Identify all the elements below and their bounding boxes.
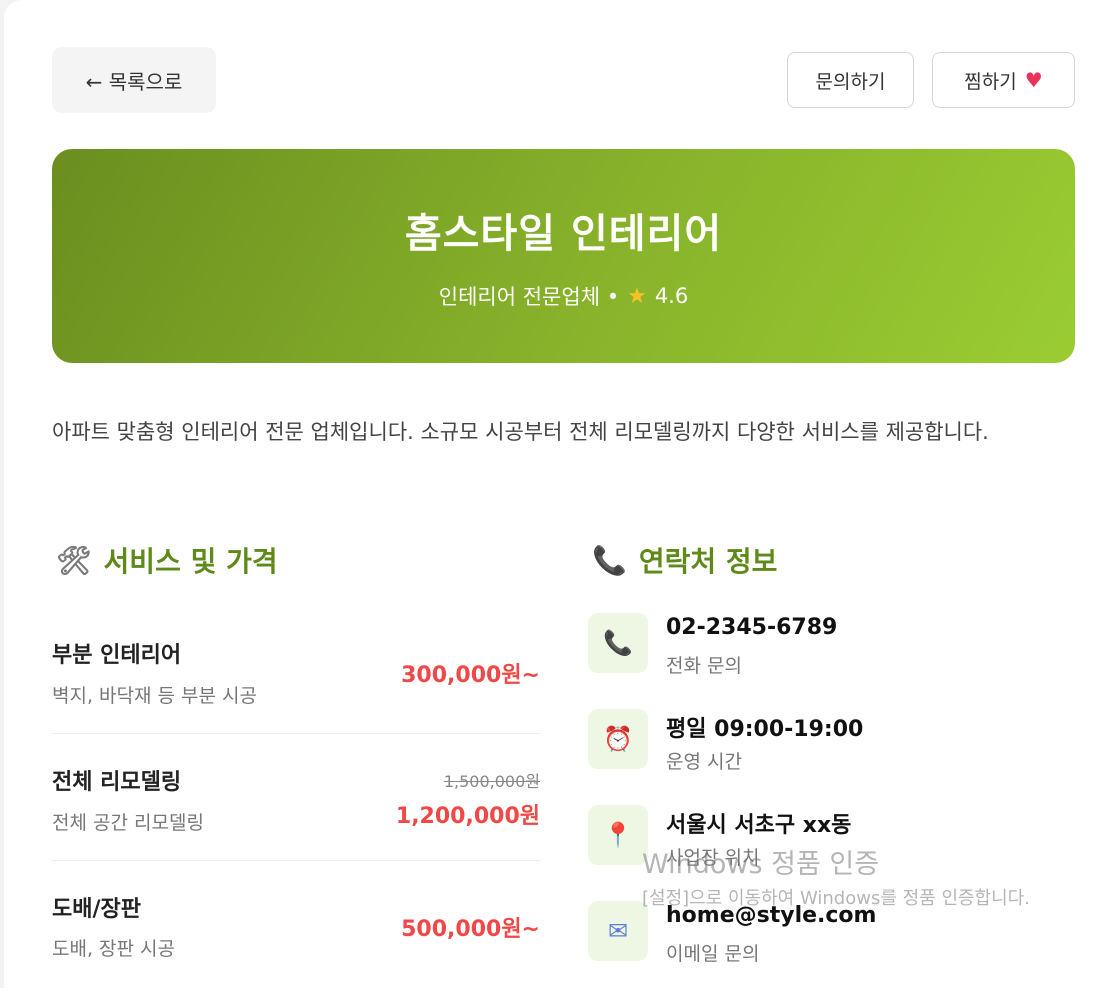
company-category: 인테리어 전문업체 •: [438, 285, 620, 309]
contact-row-address: 📍 서울시 서초구 xx동 사업장 위치: [588, 805, 1088, 875]
contact-row-hours: ⏰ 평일 09:00-19:00 운영 시간: [588, 709, 1088, 779]
hero-banner: 홈스타일 인테리어 인테리어 전문업체 • ★ 4.6: [52, 149, 1075, 363]
service-row: 전체 리모델링 전체 공간 리모델링 1,500,000원 1,200,000원: [52, 734, 540, 861]
contact-row-email: ✉ home@style.com 이메일 문의: [588, 901, 1088, 971]
star-icon: ★: [627, 283, 647, 309]
contact-section-title: 📞 연락처 정보: [592, 540, 777, 580]
services-section-title: 🛠 서비스 및 가격: [56, 540, 278, 580]
service-price: 300,000원~: [401, 663, 540, 688]
services-title-label: 서비스 및 가격: [103, 545, 278, 578]
contact-row-phone: 📞 02-2345-6789 전화 문의: [588, 613, 1088, 683]
phone-icon: 📞: [592, 543, 627, 577]
contact-hours-label: 운영 시간: [666, 751, 742, 773]
contact-hours: 평일 09:00-19:00: [666, 717, 864, 742]
rating-value: 4.6: [654, 284, 689, 308]
back-to-list-button[interactable]: ← 목록으로: [52, 47, 216, 113]
tools-icon: 🛠: [56, 543, 92, 577]
service-original-price: 1,500,000원: [443, 772, 540, 791]
hero-subtitle: 인테리어 전문업체 • ★ 4.6: [439, 281, 688, 311]
service-desc: 벽지, 바닥재 등 부분 시공: [52, 685, 257, 707]
service-name: 전체 리모델링: [52, 770, 182, 795]
contact-address: 서울시 서초구 xx동: [666, 813, 852, 838]
contact-address-label: 사업장 위치: [666, 847, 760, 869]
service-name: 도배/장판: [52, 897, 141, 922]
contact-title-label: 연락처 정보: [638, 545, 778, 578]
service-price: 500,000원~: [401, 917, 540, 942]
inquiry-button-label: 문의하기: [815, 70, 886, 93]
contact-email-label: 이메일 문의: [666, 943, 760, 965]
service-desc: 도배, 장판 시공: [52, 938, 175, 960]
contact-phone[interactable]: 02-2345-6789: [666, 615, 837, 640]
service-desc: 전체 공간 리모델링: [52, 812, 204, 834]
phone-icon: 📞: [588, 613, 648, 673]
service-name: 부분 인테리어: [52, 643, 182, 668]
service-price: 1,200,000원: [395, 804, 540, 829]
service-row: 도배/장판 도배, 장판 시공 500,000원~: [52, 861, 540, 988]
contact-email[interactable]: home@style.com: [666, 903, 876, 928]
favorite-button[interactable]: 찜하기 ♥: [932, 52, 1075, 108]
heart-icon: ♥: [1024, 68, 1043, 92]
pin-icon: 📍: [588, 805, 648, 865]
back-button-label: ← 목록으로: [85, 69, 183, 94]
email-icon: ✉: [588, 901, 648, 961]
inquiry-button[interactable]: 문의하기: [787, 52, 914, 108]
service-row: 부분 인테리어 벽지, 바닥재 등 부분 시공 300,000원~: [52, 607, 540, 734]
contact-phone-label: 전화 문의: [666, 655, 742, 677]
company-name: 홈스타일 인테리어: [404, 211, 723, 257]
company-description: 아파트 맞춤형 인테리어 전문 업체입니다. 소규모 시공부터 전체 리모델링까…: [52, 420, 989, 444]
favorite-button-label: 찜하기: [964, 70, 1017, 93]
alarm-clock-icon: ⏰: [588, 709, 648, 769]
